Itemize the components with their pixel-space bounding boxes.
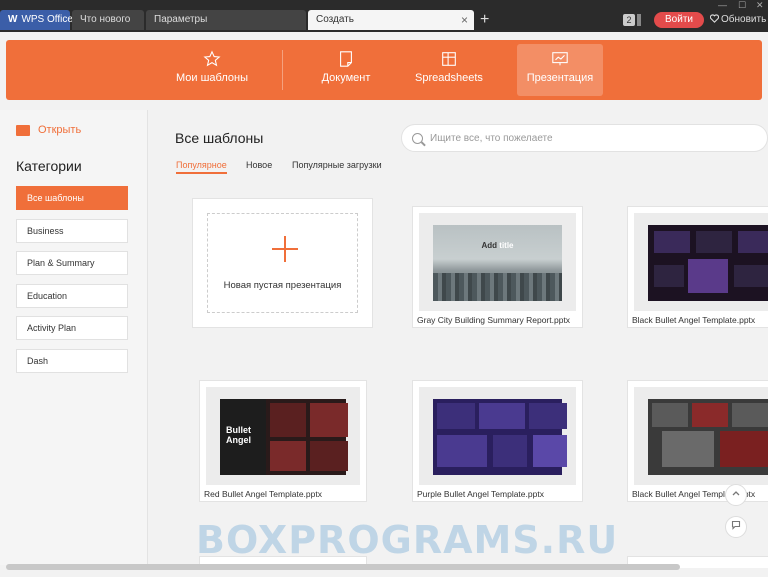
red-slides-image: Bullet Angel — [220, 399, 348, 475]
login-button[interactable]: Войти — [654, 12, 704, 28]
filter-new[interactable]: Новое — [246, 160, 272, 174]
thumb-title: Bullet Angel — [226, 425, 252, 445]
tab-label: Презентация — [526, 72, 594, 84]
chevron-up-icon — [732, 491, 740, 496]
template-type-bar: Мои шаблоны Документ Spreadsheets Презен… — [6, 40, 762, 100]
gray-slides-image — [648, 399, 768, 475]
folder-icon — [16, 124, 30, 136]
template-name: Gray City Building Summary Report.pptx — [417, 315, 571, 325]
horizontal-scrollbar[interactable] — [6, 564, 680, 570]
template-name: Purple Bullet Angel Template.pptx — [417, 489, 544, 499]
scroll-top-button[interactable] — [725, 484, 747, 506]
search-icon — [412, 133, 423, 144]
template-thumbnail — [634, 213, 768, 311]
search-input[interactable] — [430, 129, 750, 147]
sidebar: Открыть Категории Все шаблоны Business P… — [0, 110, 148, 565]
sidebar-item-plan-summary[interactable]: Plan & Summary — [16, 251, 128, 275]
maximize-icon[interactable]: ☐ — [738, 0, 746, 11]
new-blank-presentation-card[interactable]: Новая пустая презентация — [192, 198, 373, 328]
panel-icon[interactable] — [637, 14, 641, 26]
template-card-black-bullet-angel-2[interactable]: Black Bullet Angel Template.pptx — [627, 380, 768, 502]
blank-dashed-frame: Новая пустая презентация — [207, 213, 358, 313]
open-button[interactable]: Открыть — [16, 124, 81, 136]
tab-create[interactable]: Создать × — [308, 10, 474, 30]
window-close-icon[interactable]: ✕ — [756, 0, 764, 11]
update-button[interactable]: Обновить — [709, 12, 767, 28]
sidebar-item-education[interactable]: Education — [16, 284, 128, 308]
sidebar-item-business[interactable]: Business — [16, 219, 128, 243]
template-thumbnail: Add title — [419, 213, 576, 311]
open-label: Открыть — [38, 124, 82, 136]
document-icon — [340, 51, 352, 67]
heart-icon — [709, 14, 720, 23]
tab-label: Что нового — [80, 14, 131, 25]
filter-popular[interactable]: Популярное — [176, 160, 227, 174]
template-thumbnail — [634, 387, 768, 485]
wps-logo-icon: W — [8, 14, 18, 25]
presentation-icon — [552, 52, 568, 66]
star-icon — [203, 50, 221, 67]
template-card-red-bullet-angel[interactable]: Bullet Angel Red Bullet Angel Template.pp… — [199, 380, 367, 502]
update-label: Обновить — [721, 14, 767, 25]
template-card-gray-city[interactable]: Add title Gray City Building Summary Rep… — [412, 206, 583, 328]
main-content: Все шаблоны Популярное Новое Популярные … — [149, 110, 768, 568]
tab-whats-new[interactable]: Что нового — [72, 10, 144, 30]
tab-label: Параметры — [154, 14, 208, 25]
template-name: Black Bullet Angel Template.pptx — [632, 315, 756, 325]
spreadsheet-icon — [442, 52, 456, 66]
search-box[interactable] — [401, 124, 768, 152]
close-icon[interactable]: × — [461, 10, 468, 30]
dark-slides-image — [648, 225, 768, 301]
tab-presentation[interactable]: Презентация — [517, 44, 603, 96]
tab-my-templates[interactable]: Мои шаблоны — [169, 44, 255, 96]
blank-presentation-label: Новая пустая презентация — [223, 280, 342, 291]
minimize-icon[interactable]: — — [718, 0, 727, 10]
city-skyline-image: Add title — [433, 225, 562, 301]
purple-slides-image — [433, 399, 567, 475]
categories-title: Категории — [16, 158, 82, 174]
tab-label: Документ — [321, 72, 371, 84]
divider — [282, 50, 283, 90]
template-thumbnail: Bullet Angel — [206, 387, 360, 485]
sidebar-item-dash[interactable]: Dash — [16, 349, 128, 373]
chat-icon — [731, 520, 741, 530]
tab-label: Создать — [316, 14, 355, 25]
template-name: Red Bullet Angel Template.pptx — [204, 489, 322, 499]
sidebar-item-all-templates[interactable]: Все шаблоны — [16, 186, 128, 210]
window-count-badge[interactable]: 2 — [623, 14, 635, 26]
tab-spreadsheets[interactable]: Spreadsheets — [406, 44, 492, 96]
sidebar-item-activity-plan[interactable]: Activity Plan — [16, 316, 128, 340]
tab-document[interactable]: Документ — [303, 44, 389, 96]
buildings-graphic — [433, 273, 562, 301]
tab-wps-office[interactable]: W WPS Office — [0, 10, 73, 30]
tab-settings[interactable]: Параметры — [146, 10, 306, 30]
plus-icon-bar — [272, 248, 298, 250]
feedback-button[interactable] — [725, 516, 747, 538]
template-card-black-bullet-angel[interactable]: Black Bullet Angel Template.pptx — [627, 206, 768, 328]
watermark: BOXPROGRAMS.RU — [196, 518, 619, 562]
tab-label: WPS Office — [21, 14, 73, 25]
title-bar: W WPS Office Что нового Параметры Создать… — [0, 0, 768, 32]
template-thumbnail — [419, 387, 576, 485]
filter-popular-downloads[interactable]: Популярные загрузки — [292, 160, 382, 174]
tab-label: Мои шаблоны — [176, 72, 248, 84]
template-card-purple-bullet-angel[interactable]: Purple Bullet Angel Template.pptx — [412, 380, 583, 502]
add-tab-button[interactable]: + — [480, 10, 489, 30]
thumb-title: Add title — [481, 241, 514, 250]
tab-label: Spreadsheets — [415, 72, 483, 84]
page-title: Все шаблоны — [175, 130, 264, 146]
